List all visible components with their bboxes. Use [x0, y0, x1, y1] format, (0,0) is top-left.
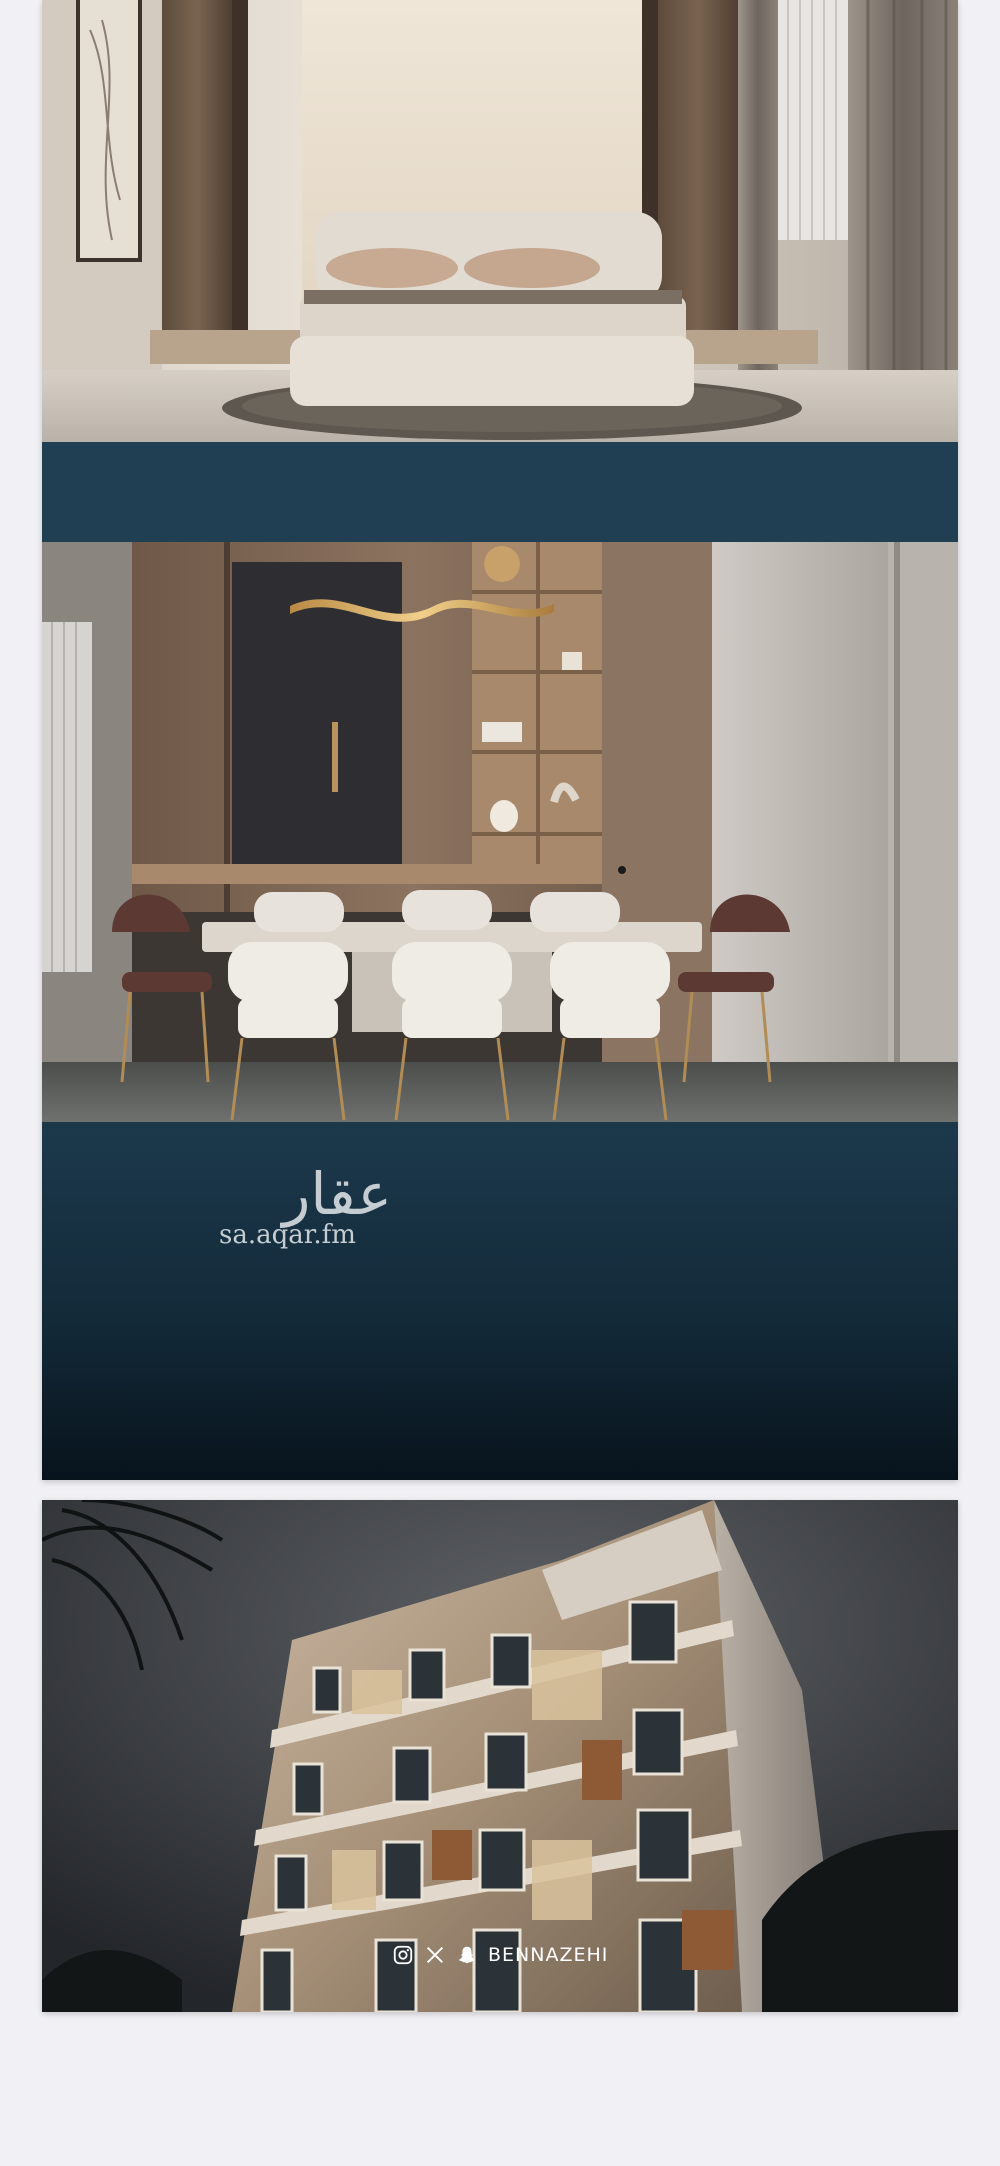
building-exterior-photo	[42, 1500, 958, 2012]
dining-room-photo	[42, 542, 958, 1122]
logo-site-url: sa.aqar.fm	[219, 1220, 356, 1250]
social-watermark: BENNAZEHI	[392, 1940, 608, 1970]
listing-image-card[interactable]: BENNAZEHI	[42, 1500, 958, 2012]
bedroom-photo	[42, 0, 958, 442]
snapchat-icon	[458, 1946, 476, 1964]
aqar-watermark-logo: عقار sa.aqar.fm	[192, 1162, 392, 1252]
watermark-handle: BENNAZEHI	[488, 1944, 609, 1966]
listing-image-card[interactable]: عقار sa.aqar.fm	[42, 0, 958, 1480]
instagram-icon	[393, 1945, 413, 1965]
x-logo-icon	[426, 1946, 444, 1964]
image-separator-band	[42, 442, 958, 542]
logo-arabic-text: عقار	[282, 1160, 392, 1228]
listing-overlay-panel: عقار sa.aqar.fm	[42, 1122, 958, 1480]
